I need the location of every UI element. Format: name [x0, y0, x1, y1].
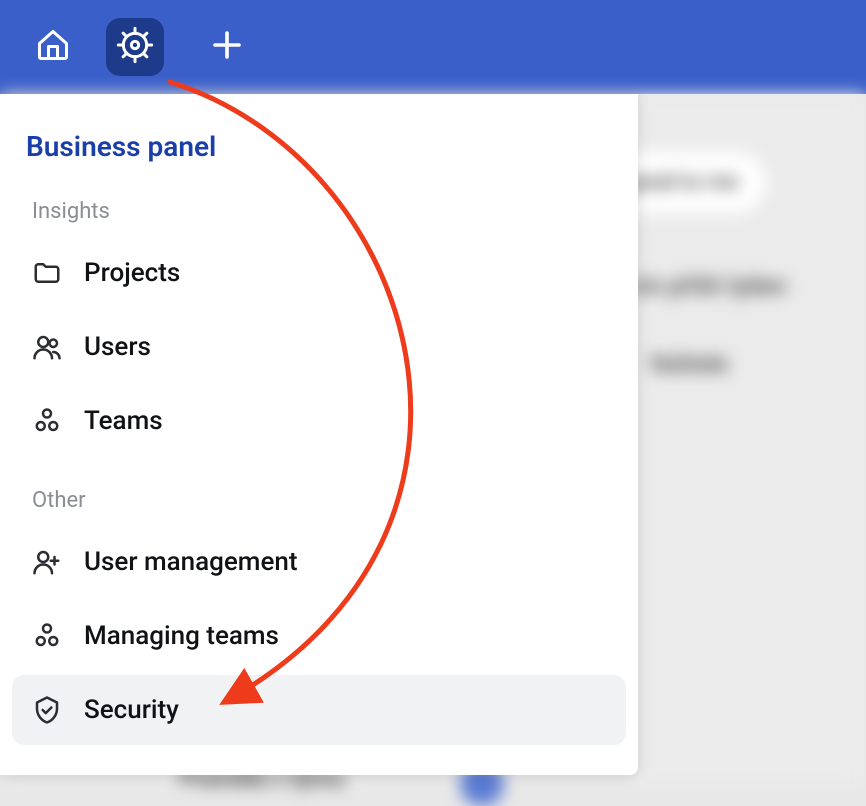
- sidebar-item-label: Managing teams: [84, 621, 279, 651]
- team-icon: [30, 619, 64, 653]
- topbar: [0, 0, 866, 94]
- admin-dropdown-panel: Business panel Insights Projects Users: [0, 94, 638, 775]
- section-label-insights: Insights: [12, 199, 626, 224]
- add-button[interactable]: [198, 18, 256, 76]
- sidebar-item-label: Users: [84, 332, 151, 362]
- sidebar-item-managing-teams[interactable]: Managing teams: [12, 601, 626, 671]
- sidebar-item-users[interactable]: Users: [12, 312, 626, 382]
- bg-text-2: fešitele: [650, 350, 728, 378]
- sidebar-item-projects[interactable]: Projects: [12, 238, 626, 308]
- sidebar-item-user-management[interactable]: User management: [12, 527, 626, 597]
- folder-icon: [30, 256, 64, 290]
- sidebar-item-label: Projects: [84, 258, 180, 288]
- shield-icon: [30, 693, 64, 727]
- sidebar-item-security[interactable]: Security: [12, 675, 626, 745]
- plus-icon: [209, 27, 245, 67]
- sidebar-item-teams[interactable]: Teams: [12, 386, 626, 456]
- sidebar-item-label: Teams: [84, 406, 163, 436]
- user-plus-icon: [30, 545, 64, 579]
- home-icon: [35, 27, 71, 67]
- team-icon: [30, 404, 64, 438]
- settings-button[interactable]: [106, 18, 164, 76]
- bg-text-1: nín příští týden: [630, 272, 787, 300]
- users-icon: [30, 330, 64, 364]
- sidebar-item-label: User management: [84, 547, 298, 577]
- home-button[interactable]: [24, 18, 82, 76]
- panel-title: Business panel: [12, 130, 626, 163]
- section-label-other: Other: [12, 488, 626, 513]
- ship-wheel-icon: [115, 25, 155, 69]
- sidebar-item-label: Security: [84, 695, 179, 725]
